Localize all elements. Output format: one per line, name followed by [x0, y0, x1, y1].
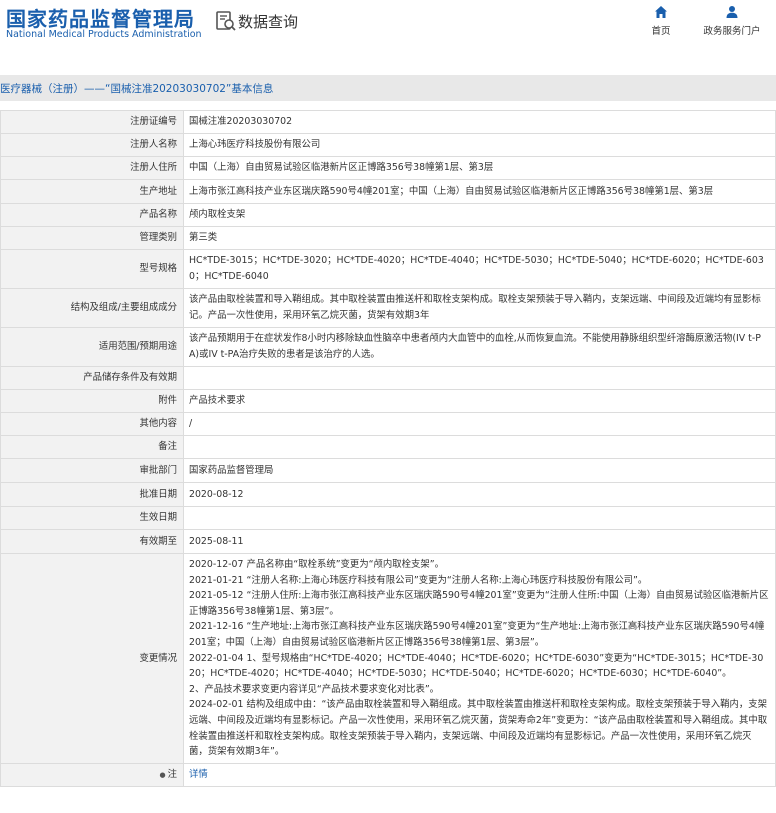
row-label: 审批部门	[0, 458, 184, 483]
change-entry: 2021-12-16 “生产地址:上海市张江高科技产业东区瑞庆路590号4幢20…	[189, 621, 765, 648]
row-value	[183, 435, 776, 459]
row-label: 注册证编号	[0, 110, 184, 134]
row-label: 适用范围/预期用途	[0, 327, 184, 367]
note-icon: ●	[159, 770, 166, 779]
row-label: 附件	[0, 389, 184, 413]
row-value: 产品技术要求	[183, 389, 776, 413]
row-label: 产品名称	[0, 203, 184, 227]
row-label: 注册人名称	[0, 133, 184, 157]
table-row: 产品储存条件及有效期	[0, 366, 776, 390]
row-value: 中国（上海）自由贸易试验区临港新片区正博路356号38幢第1层、第3层	[183, 156, 776, 180]
site-header: 国家药品监督管理局 National Medical Products Admi…	[0, 0, 776, 62]
data-query-title: 数据查询	[238, 13, 299, 31]
site-logo-subtitle: National Medical Products Administration	[6, 29, 202, 40]
changes-value: 2020-12-07 产品名称由“取栓系统”变更为“颅内取栓支架”。 2021-0…	[183, 553, 776, 764]
table-row: 有效期至 2025-08-11	[0, 529, 776, 554]
table-row: 备注	[0, 435, 776, 459]
row-label: 生产地址	[0, 179, 184, 204]
row-value	[183, 366, 776, 390]
table-row: 批准日期 2020-08-12	[0, 482, 776, 507]
row-value: HC*TDE-3015；HC*TDE-3020；HC*TDE-4020；HC*T…	[183, 249, 776, 289]
table-row: 型号规格 HC*TDE-3015；HC*TDE-3020；HC*TDE-4020；…	[0, 249, 776, 289]
row-value: 上海市张江高科技产业东区瑞庆路590号4幢201室；中国（上海）自由贸易试验区临…	[183, 179, 776, 204]
table-row: 其他内容 /	[0, 412, 776, 436]
row-value: 该产品预期用于在症状发作8小时内移除缺血性脑卒中患者颅内大血管中的血栓,从而恢复…	[183, 327, 776, 367]
row-label: 生效日期	[0, 506, 184, 530]
row-label: 管理类别	[0, 226, 184, 250]
table-row: 结构及组成/主要组成成分 该产品由取栓装置和导入鞘组成。其中取栓装置由推送杆和取栓…	[0, 288, 776, 328]
info-table: 注册证编号 国械注准20203030702 注册人名称 上海心玮医疗科技股份有限公司注…	[0, 110, 776, 788]
row-label: 产品储存条件及有效期	[0, 366, 184, 390]
breadcrumb-bar: 医疗器械（注册）——“国械注准20203030702”基本信息	[0, 75, 776, 101]
row-value: 国家药品监督管理局	[183, 458, 776, 483]
table-row: 产品名称 颅内取栓支架	[0, 203, 776, 227]
changes-label: 变更情况	[0, 553, 184, 764]
change-entry: 2020-12-07 产品名称由“取栓系统”变更为“颅内取栓支架”。	[189, 559, 445, 570]
row-value: 国械注准20203030702	[183, 110, 776, 134]
change-entry: 2021-01-21 “注册人名称:上海心玮医疗科技有限公司”变更为“注册人名称…	[189, 574, 648, 586]
table-row-note: ● 注详情	[0, 762, 776, 788]
user-icon	[726, 6, 738, 18]
details-link[interactable]: 详情	[189, 769, 208, 780]
row-value: 2020-08-12	[183, 482, 776, 507]
nav-gov-portal-label: 政务服务门户	[703, 26, 761, 37]
change-entry: 2022-01-04 1、型号规格由“HC*TDE-4020；HC*TDE-40…	[189, 652, 764, 680]
row-value: /	[183, 412, 776, 436]
table-row: 适用范围/预期用途 该产品预期用于在症状发作8小时内移除缺血性脑卒中患者颅内大血管…	[0, 327, 776, 367]
change-entry: 2021-05-12 “注册人住所:上海市张江高科技产业东区瑞庆路590号4幢2…	[189, 590, 769, 617]
row-label: 有效期至	[0, 529, 184, 554]
table-row: 审批部门 国家药品监督管理局	[0, 458, 776, 483]
row-value: 第三类	[183, 226, 776, 250]
row-value	[183, 506, 776, 530]
row-value: 该产品由取栓装置和导入鞘组成。其中取栓装置由推送杆和取栓支架构成。取栓支架预装于…	[183, 288, 776, 328]
row-value: 上海心玮医疗科技股份有限公司	[183, 133, 776, 157]
change-entry: 2、产品技术要求变更内容详见“产品技术要求变化对比表”。	[189, 683, 440, 695]
row-label: 其他内容	[0, 412, 184, 436]
note-label-cell: ● 注	[0, 762, 184, 788]
note-label: 注	[167, 768, 177, 780]
site-logo-title[interactable]: 国家药品监督管理局	[6, 3, 195, 32]
row-label: 备注	[0, 435, 184, 459]
home-icon	[655, 6, 667, 18]
table-row: 生产地址 上海市张江高科技产业东区瑞庆路590号4幢201室；中国（上海）自由贸易…	[0, 179, 776, 204]
table-row: 管理类别 第三类	[0, 226, 776, 250]
note-value-cell: 详情	[183, 762, 776, 788]
nav-home-label: 首页	[651, 26, 671, 37]
row-label: 注册人住所	[0, 156, 184, 180]
table-row: 附件 产品技术要求	[0, 389, 776, 413]
table-row: 注册人住所 中国（上海）自由贸易试验区临港新片区正博路356号38幢第1层、第3层	[0, 156, 776, 180]
table-row: 注册人名称 上海心玮医疗科技股份有限公司	[0, 133, 776, 157]
row-label: 型号规格	[0, 249, 184, 289]
table-row: 注册证编号 国械注准20203030702	[0, 110, 776, 134]
row-label: 结构及组成/主要组成成分	[0, 288, 184, 328]
row-value: 2025-08-11	[183, 529, 776, 554]
row-label: 批准日期	[0, 482, 184, 507]
nav-home[interactable]: 首页	[648, 5, 674, 37]
table-row-changes: 变更情况 2020-12-07 产品名称由“取栓系统”变更为“颅内取栓支架”。 20…	[0, 553, 776, 764]
document-search-icon	[215, 10, 237, 32]
change-entry: 2024-02-01 结构及组成中由：“该产品由取栓装置和导入鞘组成。其中取栓装…	[189, 699, 768, 758]
breadcrumb: 医疗器械（注册）——“国械注准20203030702”基本信息	[0, 83, 274, 95]
nav-gov-portal[interactable]: 政务服务门户	[700, 5, 764, 37]
table-row: 生效日期	[0, 506, 776, 530]
row-value: 颅内取栓支架	[183, 203, 776, 227]
